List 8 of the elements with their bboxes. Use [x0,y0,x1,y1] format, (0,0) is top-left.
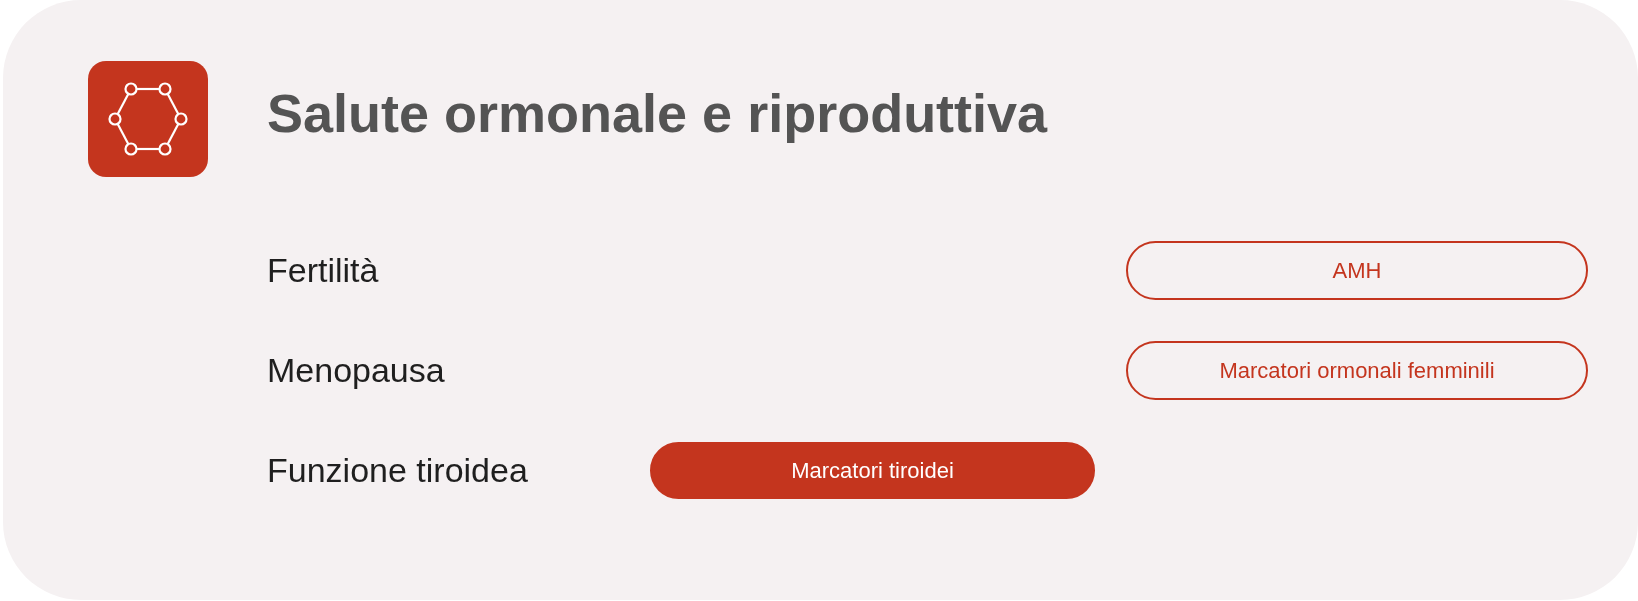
section-title: Salute ormonale e riproduttiva [267,84,1048,144]
test-button[interactable]: Marcatori tiroidei [650,442,1095,499]
hexagon-nodes-icon [88,61,208,177]
category-label: Fertilità [267,251,380,290]
test-button[interactable]: Marcatori ormonali femminili [1126,341,1588,400]
test-button[interactable]: AMH [1126,241,1588,300]
category-label: Menopausa [267,351,446,390]
category-label: Funzione tiroidea [267,451,529,490]
